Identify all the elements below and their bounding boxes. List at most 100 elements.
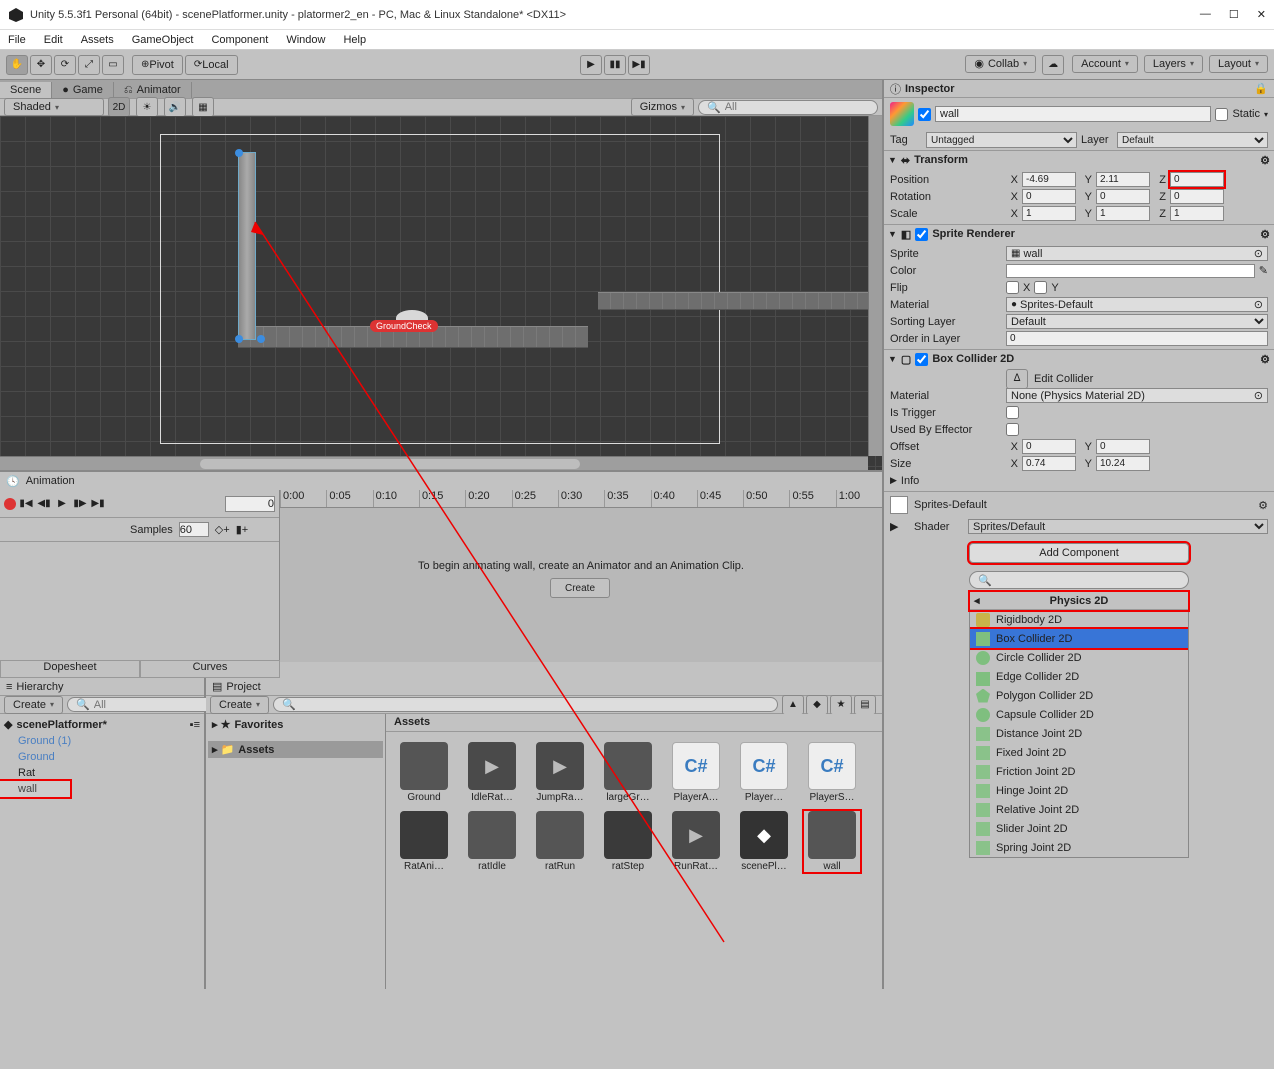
color-field[interactable]: [1006, 264, 1255, 278]
gear-icon[interactable]: ⚙: [1258, 499, 1268, 512]
physics2d-item-box-collider-2d[interactable]: Box Collider 2D: [970, 629, 1188, 648]
local-toggle[interactable]: ⟳ Local: [185, 55, 238, 75]
asset-players[interactable]: PlayerS…: [804, 742, 860, 803]
scale-x[interactable]: [1022, 206, 1076, 221]
scene-search[interactable]: [725, 101, 869, 113]
scene-scroll-v[interactable]: [868, 116, 882, 456]
pause-button[interactable]: ▮▮: [604, 55, 626, 75]
scene-root[interactable]: ◆ scenePlatformer*▪≡: [0, 716, 204, 733]
record-button[interactable]: [4, 498, 16, 510]
menu-help[interactable]: Help: [343, 34, 366, 46]
menu-file[interactable]: File: [8, 34, 26, 46]
filter-icon[interactable]: ▲: [782, 695, 804, 715]
dopesheet-tab[interactable]: Dopesheet: [0, 660, 140, 678]
menu-window[interactable]: Window: [286, 34, 325, 46]
menu-gameobject[interactable]: GameObject: [132, 34, 194, 46]
asset-ratidle[interactable]: ratIdle: [464, 811, 520, 872]
gear-icon[interactable]: ⚙: [1260, 154, 1270, 167]
asset-jumpra[interactable]: JumpRa…: [532, 742, 588, 803]
favorite-icon[interactable]: ★: [830, 695, 852, 715]
tab-game[interactable]: ● Game: [52, 82, 114, 98]
last-frame-button[interactable]: ▶▮: [90, 498, 106, 509]
samples-field[interactable]: [179, 522, 209, 537]
handle-bottom-right[interactable]: [257, 335, 265, 343]
timeline-ruler[interactable]: 0:000:050:100:150:200:250:300:350:400:45…: [280, 490, 882, 508]
flip-y[interactable]: [1034, 281, 1047, 294]
menu-component[interactable]: Component: [211, 34, 268, 46]
anim-play-button[interactable]: ▶: [54, 498, 70, 509]
hierarchy-item-ground[interactable]: Ground: [0, 749, 204, 765]
asset-scenepl[interactable]: scenePl…: [736, 811, 792, 872]
scene-viewport[interactable]: GroundCheck: [0, 116, 882, 470]
save-search-icon[interactable]: ▤: [854, 695, 876, 715]
box-collider-header[interactable]: ▼▢ Box Collider 2D⚙: [884, 350, 1274, 368]
pos-y[interactable]: [1096, 172, 1150, 187]
sprite-renderer-header[interactable]: ▼◧ Sprite Renderer⚙: [884, 225, 1274, 243]
next-frame-button[interactable]: ▮▶: [72, 498, 88, 509]
maximize-button[interactable]: ☐: [1229, 8, 1239, 21]
tool-rotate[interactable]: ⟳: [54, 55, 76, 75]
tool-scale[interactable]: ⤢: [78, 55, 100, 75]
draw-mode-dropdown[interactable]: Shaded: [4, 98, 104, 116]
eyedropper-icon[interactable]: ✎: [1259, 264, 1268, 277]
asset-runrat[interactable]: RunRat…: [668, 811, 724, 872]
favorites-folder[interactable]: ▸ ★ Favorites: [208, 716, 383, 733]
physics2d-item-friction-joint-2d[interactable]: Friction Joint 2D: [970, 762, 1188, 781]
audio-toggle[interactable]: 🔊: [164, 97, 186, 117]
create-clip-button[interactable]: Create: [550, 578, 610, 598]
play-button[interactable]: ▶: [580, 55, 602, 75]
physics2d-item-rigidbody-2d[interactable]: Rigidbody 2D: [970, 610, 1188, 629]
asset-playera[interactable]: PlayerA…: [668, 742, 724, 803]
project-create-dropdown[interactable]: Create: [210, 696, 269, 714]
first-frame-button[interactable]: ▮◀: [18, 498, 34, 509]
active-checkbox[interactable]: [918, 108, 931, 121]
add-component-button[interactable]: Add Component: [969, 543, 1189, 563]
tag-dropdown[interactable]: Untagged: [926, 132, 1077, 148]
sorting-layer-dropdown[interactable]: Default: [1006, 314, 1268, 329]
tab-animator[interactable]: ⎌ Animator: [114, 82, 192, 98]
mode-2d-toggle[interactable]: 2D: [108, 97, 130, 117]
scene-scroll-h[interactable]: [0, 456, 868, 470]
offset-y[interactable]: [1096, 439, 1150, 454]
edit-collider-button[interactable]: ᐃ: [1006, 369, 1028, 389]
gear-icon[interactable]: ⚙: [1260, 353, 1270, 366]
minimize-button[interactable]: —: [1200, 8, 1211, 21]
flip-x[interactable]: [1006, 281, 1019, 294]
hierarchy-item-wall[interactable]: wall: [0, 781, 70, 797]
asset-player[interactable]: Player…: [736, 742, 792, 803]
rot-y[interactable]: [1096, 189, 1150, 204]
asset-idlerat[interactable]: IdleRat…: [464, 742, 520, 803]
transform-header[interactable]: ▼⬌ Transform⚙: [884, 151, 1274, 169]
back-icon[interactable]: ◂: [974, 592, 980, 610]
ground-platform-2[interactable]: [598, 292, 880, 310]
physics2d-item-polygon-collider-2d[interactable]: Polygon Collider 2D: [970, 686, 1188, 705]
curves-tab[interactable]: Curves: [140, 660, 280, 678]
collab-dropdown[interactable]: ◉ Collab: [965, 55, 1036, 73]
used-by-effector-checkbox[interactable]: [1006, 423, 1019, 436]
asset-largegr[interactable]: largeGr…: [600, 742, 656, 803]
size-x[interactable]: [1022, 456, 1076, 471]
frame-field[interactable]: [225, 496, 275, 512]
scale-y[interactable]: [1096, 206, 1150, 221]
is-trigger-checkbox[interactable]: [1006, 406, 1019, 419]
filter-type-icon[interactable]: ◆: [806, 695, 828, 715]
size-y[interactable]: [1096, 456, 1150, 471]
gear-icon[interactable]: ⚙: [1260, 228, 1270, 241]
sprite-enabled[interactable]: [915, 228, 928, 241]
tool-rect[interactable]: ▭: [102, 55, 124, 75]
static-checkbox[interactable]: [1215, 108, 1228, 121]
asset-ground[interactable]: Ground: [396, 742, 452, 803]
tool-hand[interactable]: ✋: [6, 55, 28, 75]
collider-enabled[interactable]: [915, 353, 928, 366]
shader-dropdown[interactable]: Sprites/Default: [968, 519, 1268, 534]
close-button[interactable]: ✕: [1257, 8, 1266, 21]
rot-x[interactable]: [1022, 189, 1076, 204]
phys-material-field[interactable]: None (Physics Material 2D)⊙: [1006, 388, 1268, 403]
layer-dropdown[interactable]: Default: [1117, 132, 1268, 148]
prev-frame-button[interactable]: ◀▮: [36, 498, 52, 509]
hierarchy-item-rat[interactable]: Rat: [0, 765, 204, 781]
physics2d-item-spring-joint-2d[interactable]: Spring Joint 2D: [970, 838, 1188, 857]
layers-dropdown[interactable]: Layers: [1144, 55, 1203, 73]
tab-scene[interactable]: Scene: [0, 82, 52, 98]
hierarchy-item-ground1[interactable]: Ground (1): [0, 733, 204, 749]
